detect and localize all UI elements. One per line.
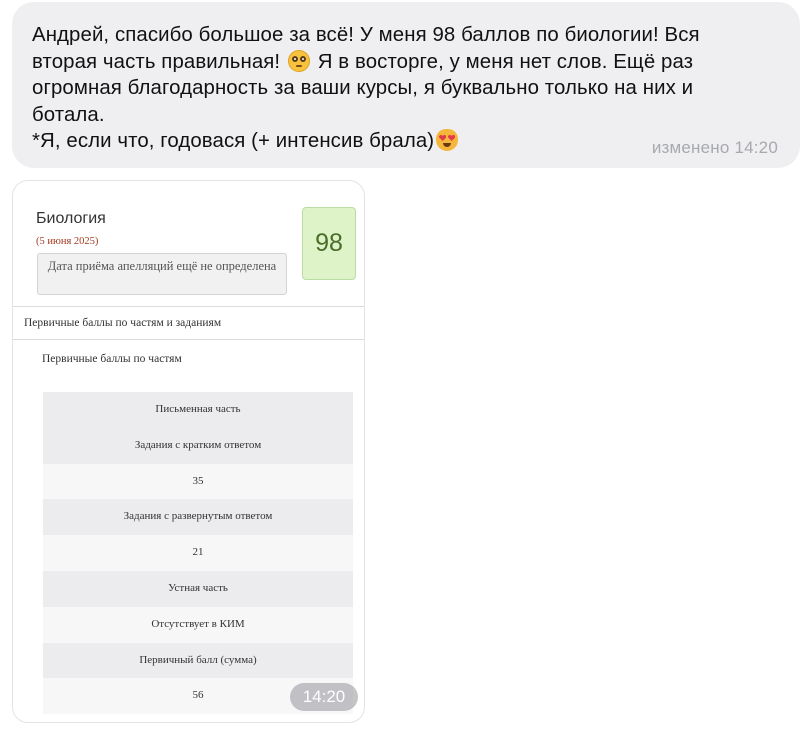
parts-title: Первичные баллы по частям (42, 353, 182, 365)
message-fragment: Я в восторге, у меня нет слов. Ещё раз (317, 50, 694, 73)
message-text: Андрей, спасибо большое за всё! У меня 9… (32, 22, 780, 155)
message-line: ботала. (32, 103, 105, 126)
image-time-badge: 14:20 (290, 683, 358, 711)
table-row: Задания с развернутым ответом (43, 499, 353, 536)
subject-title: Биология (36, 210, 106, 227)
score-badge: 98 (302, 207, 356, 280)
heart-eyes-cat-emoji-icon (436, 129, 459, 151)
table-row: 21 (43, 535, 353, 571)
message-line: огромная благодарность за ваши курсы, я … (32, 77, 694, 99)
section-heading: Первичные баллы по частям и заданиям (13, 306, 364, 340)
message-bubble[interactable]: Андрей, спасибо большое за всё! У меня 9… (12, 2, 800, 168)
edited-timestamp: изменено 14:20 (651, 138, 778, 157)
table-row: 35 (43, 463, 353, 500)
message-fragment: вторая часть правильная! (32, 50, 281, 73)
table-row: Отсутствует в КИМ (43, 606, 353, 643)
table-row: Первичный балл (сумма) (43, 642, 353, 679)
table-row: Задания с кратким ответом (43, 427, 353, 464)
appeal-date-note: Дата приёма апелляций ещё не определена (37, 253, 287, 295)
message-fragment: *Я, если что, годовася (+ интенсив брала… (32, 130, 435, 152)
result-screenshot-card[interactable]: Биология (5 июня 2025) Дата приёма апелл… (12, 180, 365, 723)
exam-date: (5 июня 2025) (36, 236, 99, 247)
flushed-face-emoji-icon (287, 49, 310, 72)
message-line: Андрей, спасибо большое за всё! У меня 9… (32, 24, 700, 46)
message-line: вторая часть правильная! Я в восторге, у… (32, 49, 780, 76)
table-row: Письменная часть (43, 392, 353, 428)
table-row: Устная часть (43, 570, 353, 607)
scores-table: Письменная часть Задания с кратким ответ… (43, 392, 353, 715)
